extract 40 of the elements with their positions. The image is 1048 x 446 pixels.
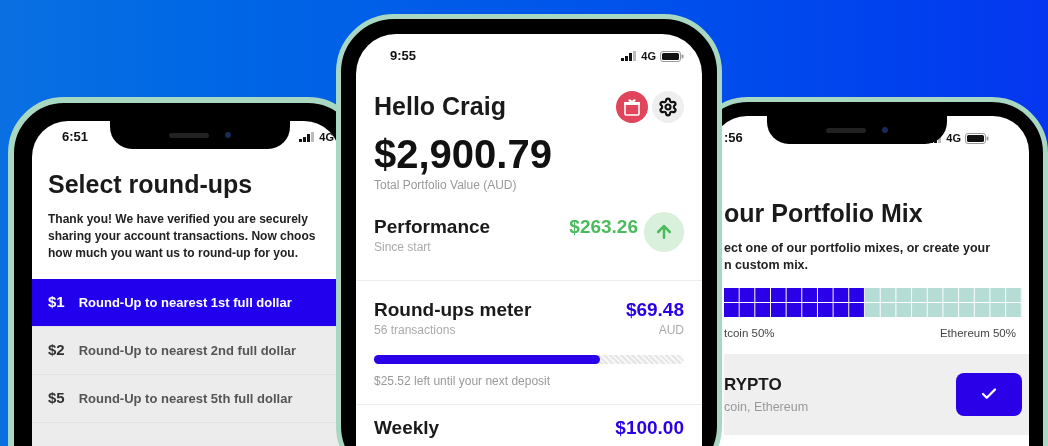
portfolio-name: RYPTO: [724, 374, 783, 397]
intro-text: Thank you! We have verified you are securely sharing your account transactions. Now choos how much you want us to round-up for you.: [48, 211, 317, 262]
option-amount: $5: [48, 388, 65, 409]
greeting: Hello Craig: [374, 91, 506, 122]
status-time: 6:51: [62, 128, 89, 147]
section-subtitle: Since start: [374, 238, 432, 256]
option-amount: $1: [48, 292, 65, 313]
portfolio-value: $2,900.79: [374, 131, 553, 176]
currency-label: AUD: [658, 321, 684, 339]
section-title: Round-ups meter: [374, 298, 532, 321]
mix-label: tcoin 50%: [724, 326, 775, 341]
battery-icon: [660, 50, 684, 62]
weekly-value: $100.00: [615, 416, 684, 439]
network-label: 4G: [641, 48, 656, 64]
section-title: Weekly: [374, 416, 440, 439]
option-label: Round-Up to nearest 1st full dollar: [78, 293, 292, 312]
network-label: 4G: [319, 129, 334, 145]
network-label: 4G: [946, 130, 961, 146]
meter-note: $25.52 left until your next deposit: [374, 372, 552, 390]
battery-icon: [965, 132, 989, 144]
meter-value: $69.48: [625, 298, 684, 321]
section-subtitle: 56 transactions: [374, 321, 457, 339]
option-label: Round-Up to nearest 5th full dollar: [78, 389, 293, 408]
screen-title: Select round-ups: [48, 169, 254, 199]
arrow-up-icon: [644, 211, 684, 252]
select-button[interactable]: [956, 372, 1022, 416]
option-label: Round-Up to nearest 2nd full dollar: [78, 341, 297, 360]
gift-icon[interactable]: [616, 90, 648, 123]
portfolio-value-label: Total Portfolio Value (AUD): [374, 176, 518, 194]
screen-title: our Portfolio Mix: [724, 198, 924, 228]
performance-value: $263.26: [569, 215, 638, 238]
option-amount: $2: [48, 340, 65, 361]
mix-label: Ethereum 50%: [939, 326, 1017, 341]
intro-text: ect one of our portfolio mixes, or create your n custom mix.: [724, 240, 992, 274]
settings-icon[interactable]: [652, 90, 684, 123]
status-time: 9:55: [390, 47, 417, 66]
portfolio-card[interactable]: RYPTO coin, Ethereum: [724, 354, 1029, 435]
section-title: Performance: [374, 215, 491, 238]
portfolio-assets: coin, Ethereum: [724, 398, 809, 416]
status-time: :56: [724, 129, 743, 148]
